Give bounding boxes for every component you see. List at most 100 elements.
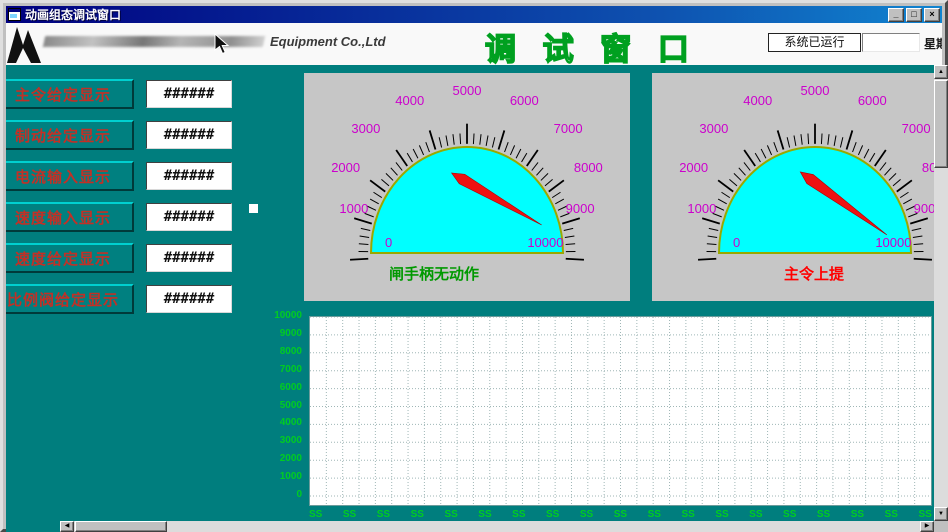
svg-text:10000: 10000	[875, 235, 911, 250]
status-input[interactable]	[862, 33, 920, 52]
display-label: 速度给定显示	[6, 243, 134, 273]
app-window: 动画组态调试窗口 _ □ × Equipment Co.,Ltd 调 试 窗 口…	[0, 0, 948, 532]
header-band: Equipment Co.,Ltd 调 试 窗 口 系统已运行 星期	[6, 23, 942, 65]
svg-text:7000: 7000	[902, 121, 931, 136]
svg-text:8000: 8000	[922, 160, 934, 175]
x-axis-tick-label: SS	[580, 509, 593, 520]
x-axis-tick-label: SS	[478, 509, 491, 520]
display-label: 电流输入显示	[6, 161, 134, 191]
y-axis-tick-label: 0	[242, 489, 302, 500]
display-label: 比例阀给定显示	[6, 284, 134, 314]
svg-text:6000: 6000	[858, 93, 887, 108]
svg-text:1000: 1000	[687, 201, 716, 216]
display-value: ######	[146, 203, 232, 231]
svg-text:9000: 9000	[566, 201, 595, 216]
indicator-dot	[249, 204, 258, 213]
gauge-status-text: 主令上提	[682, 263, 934, 284]
company-name-blurred	[43, 36, 265, 47]
x-axis-tick-label: SS	[614, 509, 627, 520]
svg-text:5000: 5000	[453, 83, 482, 98]
trend-x-axis: SSSSSSSSSSSSSSSSSSSSSSSSSSSSSSSSSSSSSS	[309, 509, 932, 520]
display-label: 速度输入显示	[6, 202, 134, 232]
trend-grid	[310, 317, 931, 505]
x-axis-tick-label: SS	[749, 509, 762, 520]
scroll-up-icon[interactable]: ▲	[934, 65, 948, 79]
page-title: 调 试 窗 口	[485, 24, 698, 65]
display-row: 制动给定显示 ######	[6, 120, 246, 150]
y-axis-tick-label: 8000	[242, 346, 302, 357]
y-axis-tick-label: 10000	[242, 310, 302, 321]
maximize-button[interactable]: □	[906, 8, 922, 22]
horizontal-scrollbar[interactable]: ◀ ▶	[60, 521, 934, 532]
vertical-scroll-thumb[interactable]	[934, 80, 948, 168]
titlebar[interactable]: 动画组态调试窗口 _ □ ×	[6, 6, 942, 23]
x-axis-tick-label: SS	[512, 509, 525, 520]
svg-text:10000: 10000	[527, 235, 563, 250]
display-value: ######	[146, 80, 232, 108]
svg-text:5000: 5000	[801, 83, 830, 98]
bottom-left-gap	[6, 521, 60, 532]
display-row: 速度输入显示 ######	[6, 202, 246, 232]
gauge-panel-master: 0 1000 2000 3000 4000 5000 6000 7000 8000 9000 100…	[652, 73, 934, 301]
y-axis-tick-label: 4000	[242, 417, 302, 428]
x-axis-tick-label: SS	[681, 509, 694, 520]
display-value: ######	[146, 121, 232, 149]
minimize-button[interactable]: _	[888, 8, 904, 22]
svg-text:8000: 8000	[574, 160, 603, 175]
scrollbar-corner	[934, 521, 948, 532]
system-status-label: 系统已运行	[768, 33, 861, 52]
app-icon	[8, 8, 21, 21]
x-axis-tick-label: SS	[377, 509, 390, 520]
svg-text:6000: 6000	[510, 93, 539, 108]
trend-plot-area	[309, 316, 932, 506]
vertical-scrollbar[interactable]: ▲ ▼	[934, 65, 948, 521]
svg-text:2000: 2000	[331, 160, 360, 175]
svg-text:3000: 3000	[699, 121, 728, 136]
svg-text:7000: 7000	[554, 121, 583, 136]
scroll-down-icon[interactable]: ▼	[934, 507, 948, 521]
y-axis-tick-label: 3000	[242, 435, 302, 446]
gauge-panel-brake: 0 1000 2000 3000 4000 5000 6000 7000 8000 9000 100…	[304, 73, 630, 301]
main-area: 主令给定显示######制动给定显示######电流输入显示######速度输入…	[6, 65, 934, 521]
svg-text:0: 0	[733, 235, 740, 250]
scroll-left-icon[interactable]: ◀	[60, 521, 74, 532]
svg-text:4000: 4000	[395, 93, 424, 108]
svg-text:1000: 1000	[339, 201, 368, 216]
x-axis-tick-label: SS	[918, 509, 931, 520]
display-label: 主令给定显示	[6, 79, 134, 109]
svg-text:9000: 9000	[914, 201, 934, 216]
y-axis-tick-label: 7000	[242, 364, 302, 375]
display-row: 主令给定显示 ######	[6, 79, 246, 109]
svg-text:3000: 3000	[351, 121, 380, 136]
x-axis-tick-label: SS	[546, 509, 559, 520]
scroll-right-icon[interactable]: ▶	[920, 521, 934, 532]
svg-text:4000: 4000	[743, 93, 772, 108]
display-value: ######	[146, 244, 232, 272]
x-axis-tick-label: SS	[783, 509, 796, 520]
y-axis-tick-label: 1000	[242, 471, 302, 482]
x-axis-tick-label: SS	[885, 509, 898, 520]
display-label: 制动给定显示	[6, 120, 134, 150]
display-row: 电流输入显示 ######	[6, 161, 246, 191]
horizontal-scroll-thumb[interactable]	[75, 521, 167, 532]
svg-text:2000: 2000	[679, 160, 708, 175]
x-axis-tick-label: SS	[648, 509, 661, 520]
x-axis-tick-label: SS	[817, 509, 830, 520]
x-axis-tick-label: SS	[411, 509, 424, 520]
display-row: 比例阀给定显示######	[6, 284, 246, 314]
display-value: ######	[146, 162, 232, 190]
gauge-status-text: 闸手柄无动作	[304, 263, 564, 284]
x-axis-tick-label: SS	[715, 509, 728, 520]
weekday-label: 星期	[924, 35, 942, 52]
company-name: Equipment Co.,Ltd	[270, 34, 386, 49]
svg-text:0: 0	[385, 235, 392, 250]
y-axis-tick-label: 9000	[242, 328, 302, 339]
x-axis-tick-label: SS	[309, 509, 322, 520]
display-row: 速度给定显示 ######	[6, 243, 246, 273]
y-axis-tick-label: 2000	[242, 453, 302, 464]
x-axis-tick-label: SS	[343, 509, 356, 520]
y-axis-tick-label: 5000	[242, 400, 302, 411]
close-button[interactable]: ×	[924, 8, 940, 22]
company-logo-icon	[6, 25, 44, 65]
window-title: 动画组态调试窗口	[25, 6, 886, 23]
